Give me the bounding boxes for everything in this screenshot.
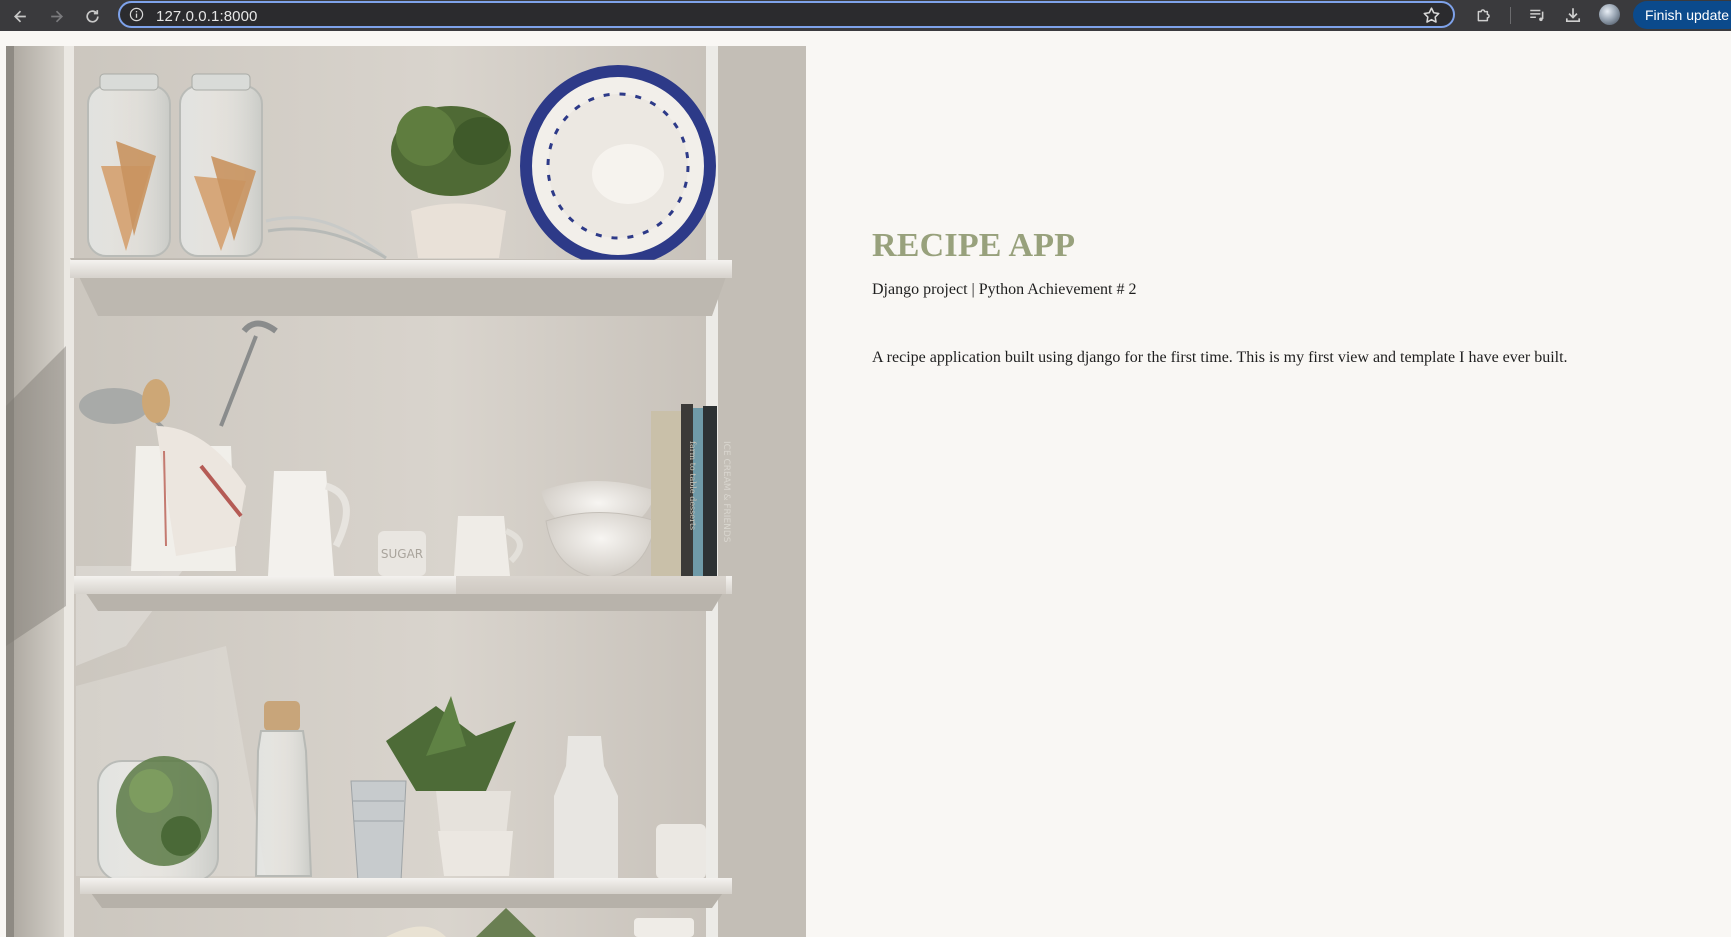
toolbar-divider <box>1510 7 1511 24</box>
puzzle-icon <box>1477 9 1490 22</box>
download-icon <box>1565 8 1581 23</box>
reload-button[interactable] <box>79 3 105 29</box>
back-button[interactable] <box>7 3 33 29</box>
finish-update-button[interactable]: Finish update <box>1633 1 1731 29</box>
reading-list-button[interactable] <box>1526 4 1548 26</box>
downloads-button[interactable] <box>1562 4 1584 26</box>
address-bar[interactable]: 127.0.0.1:8000 <box>118 1 1455 28</box>
browser-toolbar: 127.0.0.1:8000 Finish update <box>0 0 1731 31</box>
arrow-left-icon <box>13 10 26 22</box>
book-spine-ice-cream: ICE CREAM & FRIENDS <box>721 441 731 543</box>
book-spine-farm-to-table: farm to table desserts <box>688 441 697 530</box>
page-description: A recipe application built using django … <box>872 349 1568 366</box>
intro-section: RECIPE APP Django project | Python Achie… <box>872 224 1692 368</box>
page-title: RECIPE APP <box>872 227 1076 264</box>
profile-avatar[interactable] <box>1599 4 1620 25</box>
media-queue-icon <box>1530 9 1544 22</box>
hero-image: SUGAR ICE CREAM & FRIENDS farm to table … <box>6 46 806 937</box>
bookmark-star-icon[interactable] <box>1422 6 1441 25</box>
kitchen-shelves-illustration: SUGAR ICE CREAM & FRIENDS farm to table … <box>6 46 806 937</box>
sugar-jar-label: SUGAR <box>381 547 423 561</box>
reload-icon <box>85 9 99 23</box>
forward-button[interactable] <box>43 3 69 29</box>
extensions-button[interactable] <box>1473 4 1495 26</box>
url-text[interactable]: 127.0.0.1:8000 <box>156 8 258 25</box>
arrow-right-icon <box>50 10 63 22</box>
page-subtitle: Django project | Python Achievement # 2 <box>872 281 1137 298</box>
site-info-icon[interactable] <box>129 7 144 22</box>
